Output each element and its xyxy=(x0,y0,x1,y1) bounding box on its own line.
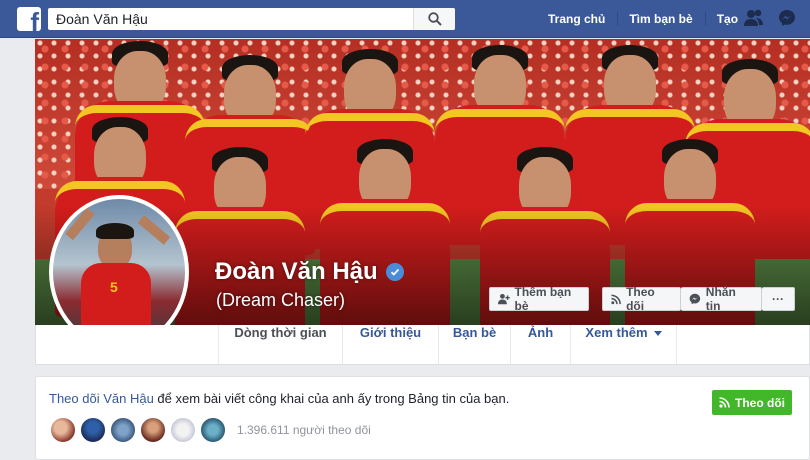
verified-badge-icon xyxy=(385,263,404,281)
rss-icon xyxy=(719,397,730,408)
tab-photos-label: Ảnh xyxy=(527,325,554,340)
tab-friends-label: Bạn bè xyxy=(452,325,497,340)
add-friend-icon xyxy=(498,293,510,305)
add-friend-label: Thêm bạn bè xyxy=(514,285,572,313)
top-navigation-bar: f Trang chủ Tìm bạn bè Tạo xyxy=(0,0,810,38)
message-button[interactable]: Nhắn tin xyxy=(681,285,762,313)
follow-button[interactable]: Theo dõi xyxy=(602,285,681,313)
tab-more[interactable]: Xem thêm xyxy=(570,325,677,364)
follow-green-button[interactable]: Theo dõi xyxy=(712,390,792,415)
follow-green-label: Theo dõi xyxy=(735,395,785,410)
follow-label: Theo dõi xyxy=(626,285,655,313)
profile-nickname: (Dream Chaser) xyxy=(216,290,346,310)
more-options-button[interactable]: ··· xyxy=(762,287,795,311)
message-label: Nhắn tin xyxy=(705,285,736,313)
follow-prompt-card: Theo dõi Văn Hậu để xem bài viết công kh… xyxy=(35,376,810,460)
add-friend-button[interactable]: Thêm bạn bè xyxy=(489,285,589,313)
nav-find-friends-link[interactable]: Tìm bạn bè xyxy=(617,9,704,29)
follow-profile-link[interactable]: Theo dõi Văn Hậu xyxy=(49,391,154,406)
nav-home-link[interactable]: Trang chủ xyxy=(536,9,617,29)
more-options-label: ··· xyxy=(772,292,784,306)
tab-friends[interactable]: Bạn bè xyxy=(438,325,510,364)
search-input[interactable] xyxy=(48,8,414,30)
tab-about[interactable]: Giới thiệu xyxy=(342,325,438,364)
tab-timeline[interactable]: Dòng thời gian xyxy=(218,325,342,364)
facebook-logo-icon[interactable]: f xyxy=(17,7,41,31)
follower-count: 1.396.611 người theo dõi xyxy=(237,423,371,437)
tab-about-label: Giới thiệu xyxy=(359,325,422,340)
tab-more-label: Xem thêm xyxy=(585,325,648,340)
profile-name-text[interactable]: Đoàn Văn Hậu xyxy=(215,258,378,286)
nav-icons xyxy=(744,9,796,27)
follower-avatar[interactable] xyxy=(79,416,107,444)
follower-avatar[interactable] xyxy=(169,416,197,444)
tab-timeline-label: Dòng thời gian xyxy=(234,325,327,340)
profile-name: Đoàn Văn Hậu xyxy=(215,258,404,286)
profile-tab-bar: Dòng thời gian Giới thiệu Bạn bè Ảnh Xem… xyxy=(35,325,810,365)
tab-photos[interactable]: Ảnh xyxy=(510,325,570,364)
follower-avatar[interactable] xyxy=(199,416,227,444)
messenger-icon xyxy=(689,293,701,305)
follower-avatar[interactable] xyxy=(109,416,137,444)
search-icon xyxy=(427,12,442,26)
messenger-icon[interactable] xyxy=(778,9,796,27)
friend-requests-icon[interactable] xyxy=(744,9,764,27)
nav-links: Trang chủ Tìm bạn bè Tạo xyxy=(536,0,750,38)
follow-prompt-description: để xem bài viết công khai của anh ấy tro… xyxy=(153,391,510,406)
search-box xyxy=(48,8,455,30)
jersey-number: 5 xyxy=(110,279,118,295)
follow-prompt-text: Theo dõi Văn Hậu để xem bài viết công kh… xyxy=(49,391,509,406)
rss-icon xyxy=(611,294,621,304)
search-button[interactable] xyxy=(413,8,455,30)
follower-avatar[interactable] xyxy=(49,416,77,444)
chevron-down-icon xyxy=(653,331,662,337)
followers-row: 1.396.611 người theo dõi xyxy=(49,416,371,444)
follower-avatar[interactable] xyxy=(139,416,167,444)
